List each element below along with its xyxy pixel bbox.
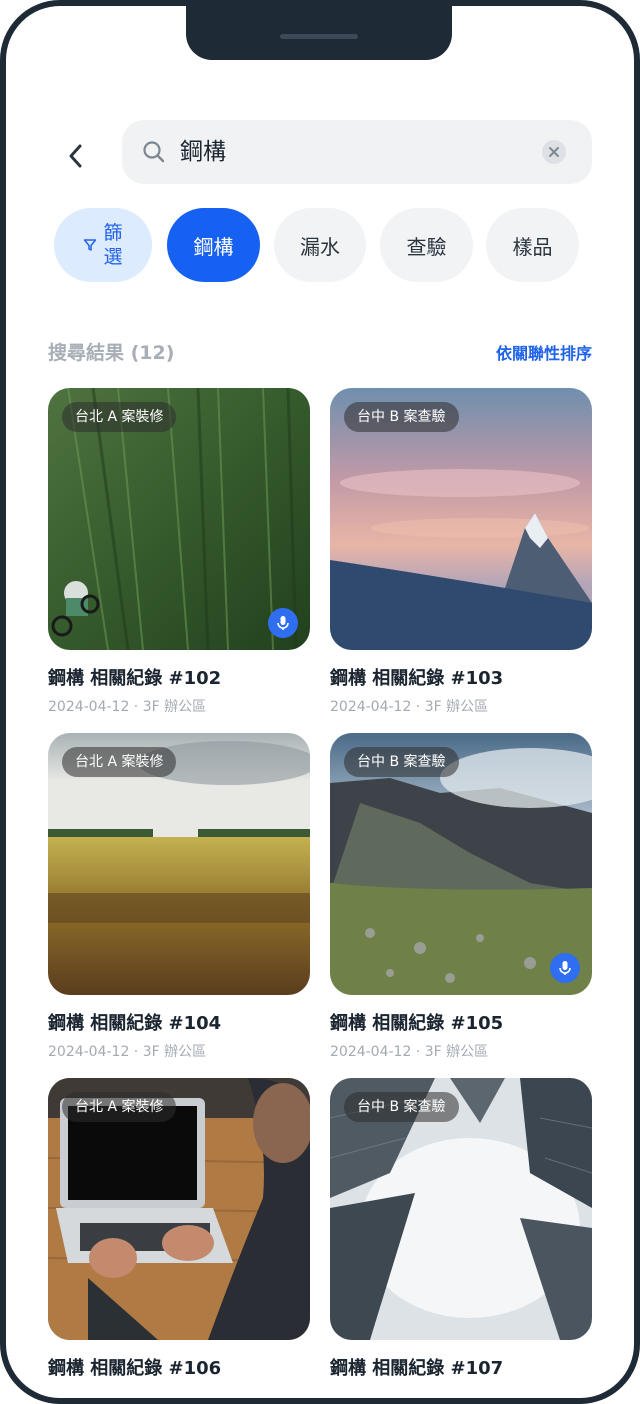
record-title: 鋼構 相關紀錄 #105	[330, 1013, 504, 1034]
record-meta: 2024-04-12 · 3F 辦公區	[330, 1044, 489, 1060]
record-title: 鋼構 相關紀錄 #102	[48, 668, 222, 689]
result-thumbnail[interactable]: 台中 B 案查驗	[330, 388, 592, 650]
result-card[interactable]: 台北 A 案裝修 鋼構 相關紀錄 #102 2024-04-12 · 3F 辦公…	[48, 388, 310, 716]
result-thumbnail[interactable]: 台中 B 案查驗	[330, 1078, 592, 1340]
chip-label: 鋼構	[193, 234, 234, 259]
audio-note-button[interactable]	[268, 608, 298, 638]
chip-leak[interactable]: 漏水	[274, 208, 366, 282]
result-card[interactable]: 台中 B 案查驗 鋼構 相關紀錄 #107	[330, 1078, 592, 1380]
microphone-icon	[559, 961, 571, 975]
project-tag: 台北 A 案裝修	[62, 402, 177, 432]
notch	[186, 6, 452, 60]
chip-sample[interactable]: 樣品	[486, 208, 579, 282]
chip-label: 樣品	[512, 234, 553, 259]
results-title: 搜尋結果 (12)	[48, 342, 175, 364]
filter-icon	[83, 239, 97, 251]
record-title: 鋼構 相關紀錄 #106	[48, 1358, 222, 1379]
filter-button[interactable]: 篩選	[54, 208, 152, 282]
project-tag: 台北 A 案裝修	[62, 1092, 177, 1122]
chip-steel[interactable]: 鋼構	[167, 208, 260, 282]
project-tag: 台中 B 案查驗	[344, 1092, 459, 1122]
result-card[interactable]: 台北 A 案裝修 鋼構 相關紀錄 #106	[48, 1078, 310, 1380]
chip-label: 漏水	[300, 234, 340, 259]
back-button[interactable]	[54, 134, 98, 178]
result-card[interactable]: 台中 B 案查驗 鋼構 相關紀錄 #105 2024-04-12 · 3F 辦公…	[330, 733, 592, 1061]
sort-button[interactable]: 依關聯性排序	[496, 340, 592, 364]
record-meta: 2024-04-12 · 3F 辦公區	[48, 1044, 207, 1060]
chip-inspection[interactable]: 查驗	[380, 208, 473, 282]
audio-note-button[interactable]	[550, 953, 580, 983]
phone-frame: 篩選 鋼構 漏水 查驗 樣品 搜尋結果 (12) 依關聯性排序 台北 A 案裝修	[0, 0, 640, 1404]
result-thumbnail[interactable]: 台北 A 案裝修	[48, 1078, 310, 1340]
filter-chip-row: 篩選 鋼構 漏水 查驗 樣品	[48, 208, 592, 284]
project-tag: 台北 A 案裝修	[62, 747, 177, 777]
record-title: 鋼構 相關紀錄 #107	[330, 1358, 504, 1379]
result-thumbnail[interactable]: 台北 A 案裝修	[48, 733, 310, 995]
record-meta: 2024-04-12 · 3F 辦公區	[330, 699, 489, 715]
project-tag: 台中 B 案查驗	[344, 402, 459, 432]
result-thumbnail[interactable]: 台北 A 案裝修	[48, 388, 310, 650]
chevron-left-icon	[69, 144, 82, 168]
search-input[interactable]	[180, 120, 540, 184]
microphone-icon	[277, 616, 289, 630]
close-icon	[549, 147, 559, 157]
record-title: 鋼構 相關紀錄 #103	[330, 668, 504, 689]
search-bar[interactable]	[122, 120, 592, 184]
search-icon	[143, 141, 165, 163]
result-card[interactable]: 台北 A 案裝修 鋼構 相關紀錄 #104 2024-04-12 · 3F 辦公…	[48, 733, 310, 1061]
chip-label: 查驗	[406, 234, 447, 259]
record-title: 鋼構 相關紀錄 #104	[48, 1013, 222, 1034]
speaker-bar	[280, 34, 358, 39]
result-thumbnail[interactable]: 台中 B 案查驗	[330, 733, 592, 995]
filter-label: 篩選	[103, 222, 123, 268]
project-tag: 台中 B 案查驗	[344, 747, 459, 777]
record-meta: 2024-04-12 · 3F 辦公區	[48, 699, 207, 715]
result-card[interactable]: 台中 B 案查驗 鋼構 相關紀錄 #103 2024-04-12 · 3F 辦公…	[330, 388, 592, 716]
clear-search-button[interactable]	[542, 140, 566, 164]
